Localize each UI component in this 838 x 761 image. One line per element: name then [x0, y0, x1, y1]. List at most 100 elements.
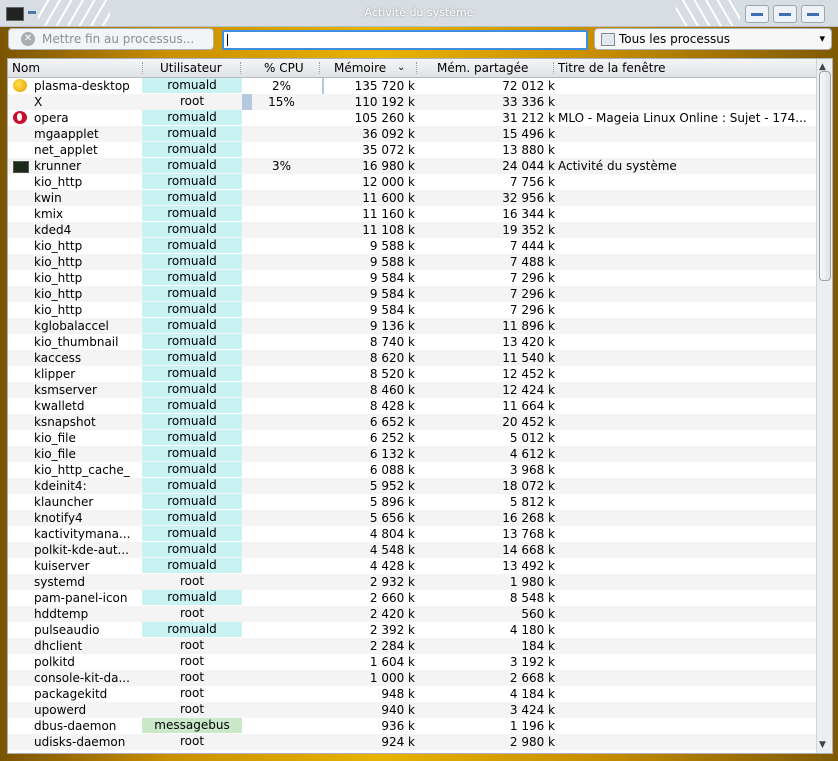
process-shared-memory: 7 296 k [509, 271, 555, 285]
process-name: kwalletd [34, 399, 85, 413]
table-row[interactable]: upowerd root 940 k 3 424 k [8, 702, 816, 718]
process-name: hddtemp [34, 607, 89, 621]
table-row[interactable]: Xroot 15% 110 192 k 33 336 k [8, 94, 816, 110]
table-row[interactable]: pam-panel-icon romuald 2 660 k 8 548 k [8, 590, 816, 606]
close-button[interactable] [801, 5, 825, 23]
table-row[interactable]: knotify4 romuald 5 656 k 16 268 k [8, 510, 816, 526]
table-row[interactable]: net_applet romuald 35 072 k 13 880 k [8, 142, 816, 158]
table-row[interactable]: polkit-kde-aut... romuald 4 548 k 14 668 k [8, 542, 816, 558]
table-row[interactable]: kmix romuald 11 160 k 16 344 k [8, 206, 816, 222]
process-memory: 11 108 k [362, 223, 415, 237]
table-row[interactable]: kio_http_cache_ romuald 6 088 k 3 968 k [8, 462, 816, 478]
end-process-button[interactable]: ✕ Mettre fin au processus... [8, 28, 214, 50]
table-row[interactable]: dhclient root 2 284 k 184 k [8, 638, 816, 654]
table-row[interactable]: systemd root 2 932 k 1 980 k [8, 574, 816, 590]
process-memory: 8 460 k [369, 383, 415, 397]
process-shared-memory: 1 980 k [509, 575, 555, 589]
column-header-user[interactable]: Utilisateur [160, 61, 222, 75]
search-input[interactable] [222, 30, 588, 50]
process-memory: 5 896 k [369, 495, 415, 509]
process-user: romuald [142, 414, 242, 429]
table-row[interactable]: kio_http romuald 9 584 k 7 296 k [8, 302, 816, 318]
table-row[interactable]: pulseaudio romuald 2 392 k 4 180 k [8, 622, 816, 638]
column-divider[interactable] [553, 62, 555, 74]
process-shared-memory: 4 184 k [509, 687, 555, 701]
process-shared-memory: 14 668 k [502, 543, 555, 557]
table-row[interactable]: dbus-daemon messagebus 936 k 1 196 k [8, 718, 816, 734]
process-name: kglobalaccel [34, 319, 109, 333]
table-row[interactable]: kio_http romuald 9 584 k 7 296 k [8, 270, 816, 286]
process-memory: 9 588 k [369, 239, 415, 253]
table-row[interactable]: plasma-desktop romuald 2% 135 720 k 72 012 k [8, 78, 816, 94]
table-row[interactable]: kglobalaccel romuald 9 136 k 11 896 k [8, 318, 816, 334]
column-divider[interactable] [142, 62, 144, 74]
table-row[interactable]: kio_http romuald 9 588 k 7 444 k [8, 238, 816, 254]
process-memory: 5 656 k [369, 511, 415, 525]
process-name: console-kit-da... [34, 671, 130, 685]
table-row[interactable]: console-kit-da... root 1 000 k 2 668 k [8, 670, 816, 686]
process-shared-memory: 12 424 k [502, 383, 555, 397]
table-row[interactable]: kaccess romuald 8 620 k 11 540 k [8, 350, 816, 366]
table-row[interactable]: kio_http romuald 9 584 k 7 296 k [8, 286, 816, 302]
scrollbar-thumb[interactable] [819, 71, 831, 281]
table-header: Nom Utilisateur % CPU Mémoire ⌄ Mém. par… [8, 59, 816, 78]
table-row[interactable]: kwalletd romuald 8 428 k 11 664 k [8, 398, 816, 414]
process-memory: 9 588 k [369, 255, 415, 269]
process-user: romuald [142, 254, 242, 269]
process-memory: 8 620 k [369, 351, 415, 365]
process-memory: 9 584 k [369, 271, 415, 285]
table-row[interactable]: polkitd root 1 604 k 3 192 k [8, 654, 816, 670]
table-row[interactable]: kio_thumbnail romuald 8 740 k 13 420 k [8, 334, 816, 350]
process-filter-value: Tous les processus [619, 32, 731, 46]
process-name: kded4 [34, 223, 72, 237]
table-row[interactable]: klipper romuald 8 520 k 12 452 k [8, 366, 816, 382]
column-divider[interactable] [240, 62, 242, 74]
table-row[interactable]: kio_http romuald 12 000 k 7 756 k [8, 174, 816, 190]
process-shared-memory: 13 880 k [502, 143, 555, 157]
process-user: romuald [142, 238, 242, 253]
scroll-down-icon[interactable]: ▼ [819, 740, 826, 750]
process-shared-memory: 13 768 k [502, 527, 555, 541]
table-row[interactable]: kdeinit4: romuald 5 952 k 18 072 k [8, 478, 816, 494]
table-row[interactable]: krunner romuald 3% 16 980 k 24 044 k Activité… [8, 158, 816, 174]
column-divider[interactable] [319, 62, 321, 74]
table-row[interactable]: opera romuald 105 260 k 31 212 k MLO - Magei… [8, 110, 816, 126]
vertical-scrollbar[interactable]: ▲ ▼ [816, 59, 832, 753]
process-shared-memory: 3 968 k [509, 463, 555, 477]
column-header-window-title[interactable]: Titre de la fenêtre [558, 61, 666, 75]
column-header-cpu[interactable]: % CPU [264, 61, 304, 75]
window-titlebar[interactable]: Activité du système [0, 0, 838, 27]
table-row[interactable]: ksmserver romuald 8 460 k 12 424 k [8, 382, 816, 398]
process-user: romuald [142, 126, 242, 141]
process-user: root [179, 94, 205, 108]
table-row[interactable]: ksnapshot romuald 6 652 k 20 452 k [8, 414, 816, 430]
table-row[interactable]: klauncher romuald 5 896 k 5 812 k [8, 494, 816, 510]
process-user: romuald [142, 318, 242, 333]
krunner-icon [13, 161, 29, 173]
minimize-button[interactable] [745, 5, 769, 23]
table-row[interactable]: kio_file romuald 6 132 k 4 612 k [8, 446, 816, 462]
maximize-button[interactable] [773, 5, 797, 23]
table-row[interactable]: kwin romuald 11 600 k 32 956 k [8, 190, 816, 206]
column-divider[interactable] [416, 62, 418, 74]
process-user: romuald [142, 350, 242, 365]
process-table[interactable]: Nom Utilisateur % CPU Mémoire ⌄ Mém. par… [7, 58, 833, 754]
process-filter-select[interactable]: Tous les processus ▾ [594, 28, 832, 50]
table-row[interactable]: kuiserver romuald 4 428 k 13 492 k [8, 558, 816, 574]
table-row[interactable]: kded4 romuald 11 108 k 19 352 k [8, 222, 816, 238]
table-row[interactable]: kactivitymana... romuald 4 804 k 13 768 k [8, 526, 816, 542]
table-row[interactable]: mgaapplet romuald 36 092 k 15 496 k [8, 126, 816, 142]
table-row[interactable]: udisks-daemon root 924 k 2 980 k [8, 734, 816, 750]
process-name: dhclient [34, 639, 83, 653]
process-shared-memory: 32 956 k [502, 191, 555, 205]
process-shared-memory: 184 k [521, 639, 555, 653]
process-shared-memory: 7 444 k [509, 239, 555, 253]
table-row[interactable]: kio_file romuald 6 252 k 5 012 k [8, 430, 816, 446]
table-row[interactable]: packagekitd root 948 k 4 184 k [8, 686, 816, 702]
column-header-name[interactable]: Nom [12, 61, 40, 75]
column-header-shared-memory[interactable]: Mém. partagée [437, 61, 528, 75]
table-row[interactable]: kio_http romuald 9 588 k 7 488 k [8, 254, 816, 270]
column-header-memory[interactable]: Mémoire [334, 61, 386, 75]
table-row[interactable]: hddtemp root 2 420 k 560 k [8, 606, 816, 622]
process-user: romuald [142, 142, 242, 157]
